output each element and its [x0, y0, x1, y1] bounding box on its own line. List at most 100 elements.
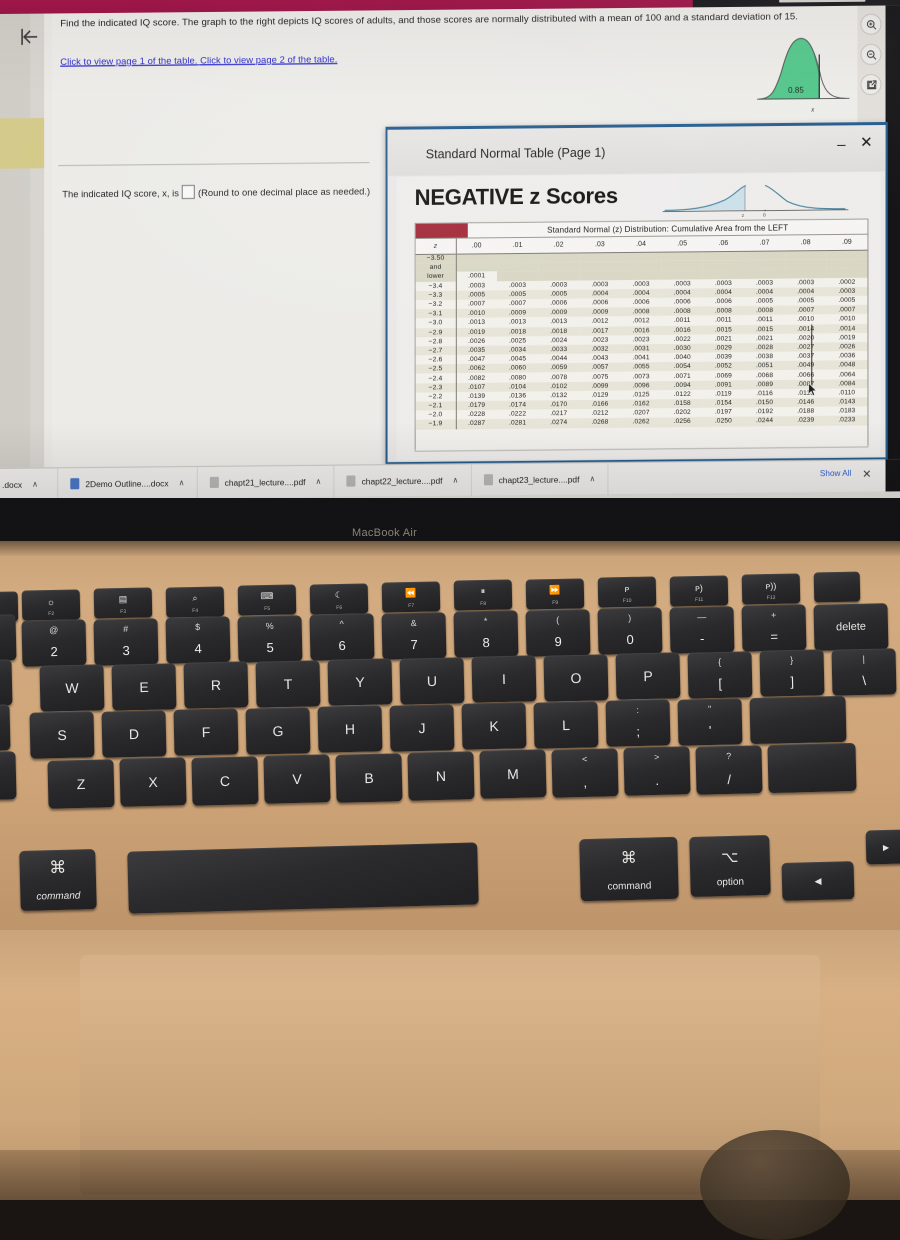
key-f[interactable]: F [173, 708, 239, 756]
key-g[interactable]: G [245, 706, 311, 755]
chevron-up-icon[interactable]: ∧ [179, 478, 185, 487]
key-h[interactable]: H [317, 705, 383, 753]
key-delete[interactable]: delete [813, 602, 889, 651]
download-item[interactable]: chapt21_lecture....pdf ∧ [197, 465, 335, 499]
key-f9[interactable]: F9 ⏩ [525, 578, 585, 610]
key-shift-right[interactable] [767, 742, 857, 794]
open-in-new-icon[interactable] [860, 73, 882, 96]
key-f2[interactable]: F2 ☼ [21, 589, 81, 621]
key-6[interactable]: ^ 6 [309, 613, 375, 661]
key-d[interactable]: D [101, 709, 167, 758]
key-power[interactable] [813, 571, 861, 603]
key-f10[interactable]: F10 ᴘ [597, 576, 657, 608]
back-to-start-icon[interactable] [16, 24, 42, 50]
key-n[interactable]: N [407, 751, 475, 801]
key-z[interactable]: Z [47, 759, 115, 809]
key-e[interactable]: E [111, 662, 177, 711]
key-y[interactable]: Y [327, 658, 393, 706]
key-j[interactable]: J [389, 703, 455, 752]
key-option[interactable]: ⌥ option [689, 834, 771, 898]
chevron-up-icon[interactable]: ∧ [316, 477, 322, 486]
key-z-left[interactable]: Z [0, 751, 17, 801]
close-downloads-bar-icon[interactable]: ✕ [862, 468, 871, 481]
key-b[interactable]: B [335, 752, 403, 803]
show-all-downloads-button[interactable]: Show All [820, 469, 852, 478]
key-8[interactable]: * 8 [453, 610, 519, 658]
key-zpunct-1[interactable]: >. [623, 746, 691, 796]
key-x[interactable]: X [119, 757, 187, 808]
key-3[interactable]: #3 [93, 617, 159, 666]
key-v[interactable]: V [263, 754, 331, 804]
link-view-page-1[interactable]: Click to view page 1 of the table. [60, 54, 197, 66]
key-a[interactable]: A [0, 704, 11, 752]
download-item[interactable]: .docx ∧ [0, 467, 59, 501]
key-i[interactable]: I [471, 655, 537, 703]
table-cell: .0071 [673, 372, 691, 380]
key-bracket-0[interactable]: {[ [687, 650, 753, 699]
close-icon[interactable]: ✕ [859, 134, 873, 151]
key-bottom-label: . [655, 773, 660, 789]
key-punct-1[interactable]: " ' [677, 697, 743, 746]
key-arrow-left[interactable]: ◀ [781, 861, 855, 901]
key-command-right[interactable]: ⌘ command [579, 836, 679, 902]
key-k[interactable]: K [461, 702, 527, 750]
key-return[interactable] [749, 695, 847, 745]
key-q[interactable]: Q [0, 659, 13, 707]
download-item[interactable]: 2Demo Outline....docx ∧ [58, 466, 198, 500]
key-f5[interactable]: F5 ⌨ [237, 584, 297, 616]
key-arrow-right[interactable]: ▶ [865, 829, 900, 865]
zoom-in-icon[interactable] [860, 13, 882, 35]
key-f4[interactable]: F4 ⌕ [165, 586, 225, 618]
answer-prefix-label: The indicated IQ score, x, is [62, 186, 179, 199]
key-f3[interactable]: F3 ▤ [93, 587, 153, 619]
key--[interactable]: — - [669, 605, 735, 654]
zoom-out-icon[interactable] [860, 43, 882, 66]
table-z-cell: −3.4 [415, 281, 456, 291]
key-2[interactable]: @2 [21, 619, 87, 667]
key-f8[interactable]: F8 ⏸ [453, 579, 513, 611]
key-r[interactable]: R [183, 661, 249, 709]
key-top-label: * [483, 615, 488, 627]
download-item[interactable]: chapt22_lecture....pdf ∧ [334, 463, 472, 498]
desk-object [700, 1130, 850, 1240]
answer-input[interactable] [181, 184, 195, 200]
key-bracket-2[interactable]: | \ [831, 647, 897, 696]
key-1[interactable]: !1 [0, 614, 17, 662]
key-f7[interactable]: F7 ⏪ [381, 581, 441, 613]
key-command-left[interactable]: ⌘ command [19, 849, 97, 911]
key-zpunct-2[interactable]: ? / [695, 744, 763, 795]
key-7[interactable]: & 7 [381, 611, 447, 660]
link-view-page-2[interactable]: Click to view page 2 of the table. [200, 53, 337, 65]
chevron-up-icon[interactable]: ∧ [453, 476, 459, 485]
download-item[interactable]: chapt23_lecture....pdf ∧ [471, 462, 609, 496]
key-bracket-1[interactable]: }] [759, 649, 825, 697]
key-zpunct-0[interactable]: <, [551, 747, 619, 798]
key-label: O [570, 669, 582, 686]
key-t[interactable]: T [255, 659, 321, 708]
chevron-up-icon[interactable]: ∧ [32, 480, 38, 489]
key-=[interactable]: + = [741, 604, 807, 652]
table-cell: .0008 [714, 307, 732, 315]
key-p[interactable]: P [615, 652, 681, 700]
key-f11[interactable]: F11 ᴘ) [669, 574, 729, 607]
key-9[interactable]: (9 [525, 608, 591, 657]
key-w[interactable]: W [39, 664, 105, 712]
key-o[interactable]: O [543, 653, 609, 702]
key-space[interactable] [127, 842, 479, 914]
key-f12[interactable]: F12 ᴘ)) [741, 573, 801, 605]
key-5[interactable]: % 5 [237, 614, 303, 663]
key-punct-0[interactable]: :; [605, 699, 671, 747]
key-c[interactable]: C [191, 755, 259, 806]
key-4[interactable]: $4 [165, 616, 231, 664]
key-m[interactable]: M [479, 749, 547, 800]
table-cell: .0202 [673, 409, 691, 417]
table-cell: .0146 [797, 398, 815, 407]
key-0[interactable]: ) 0 [597, 607, 663, 655]
key-bottom-label: = [770, 628, 779, 645]
key-l[interactable]: L [533, 700, 599, 749]
key-u[interactable]: U [399, 656, 465, 705]
chevron-up-icon[interactable]: ∧ [589, 474, 595, 483]
minimize-icon[interactable]: – [835, 136, 847, 153]
key-s[interactable]: S [29, 711, 95, 759]
key-f6[interactable]: F6 ☾ [309, 582, 369, 615]
